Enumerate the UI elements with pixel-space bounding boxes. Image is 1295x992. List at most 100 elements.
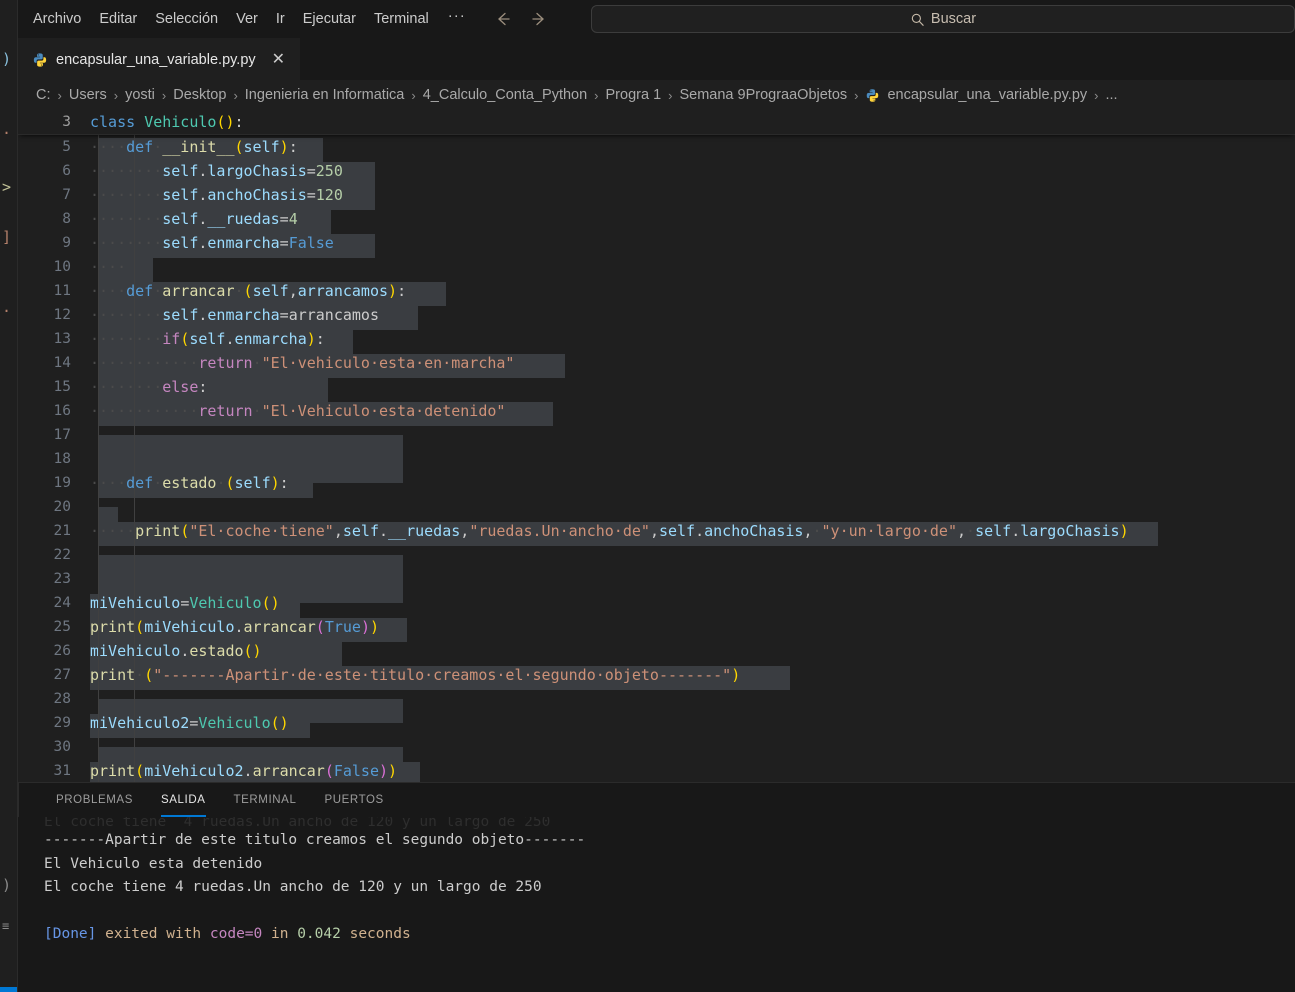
code-editor[interactable]: 3 class Vehiculo(): 5 ····def·__init__(se… <box>18 110 1295 782</box>
menu-item-archivo[interactable]: Archivo <box>24 7 90 31</box>
code-line-content[interactable]: ········if(self.enmarcha): <box>90 330 1295 354</box>
code-line-content[interactable]: ········self.anchoChasis=120 <box>90 186 1295 210</box>
code-line[interactable]: 7 ········self.anchoChasis=120 <box>18 183 1295 210</box>
code-line-content[interactable]: ·····print("El·coche·tiene",self.__rueda… <box>90 522 1295 546</box>
breadcrumb-item-file[interactable]: encapsular_una_variable.py.py <box>865 87 1087 103</box>
menu-item-ejecutar[interactable]: Ejecutar <box>294 7 365 31</box>
code-line[interactable]: 10 ···· <box>18 255 1295 282</box>
code-line[interactable]: 11 ····def·arrancar·(self,arrancamos): <box>18 279 1295 306</box>
menu-item-ir[interactable]: Ir <box>267 7 294 31</box>
breadcrumb-separator-icon: › <box>233 87 238 103</box>
code-line[interactable]: 27 print·("-------Apartir·de·este·titulo·… <box>18 663 1295 690</box>
menu-item-seleccion[interactable]: Selección <box>146 7 227 31</box>
code-line-content[interactable]: print(miVehiculo.arrancar(True)) <box>90 618 1295 642</box>
code-line[interactable]: 20 <box>18 495 1295 531</box>
code-line-content[interactable]: ········else: <box>90 378 1295 402</box>
output-segment: 0.042 <box>297 926 341 942</box>
output-console[interactable]: El coche tiene 4 ruedas.Un ancho de 120 … <box>18 817 1295 992</box>
code-line[interactable]: 13 ········if(self.enmarcha): <box>18 327 1295 354</box>
code-token: , <box>803 522 813 540</box>
code-line-content[interactable]: ···· <box>90 258 1295 282</box>
code-line-content[interactable]: ········self.__ruedas=4 <box>90 210 1295 234</box>
close-icon[interactable]: ✕ <box>268 49 289 71</box>
breadcrumb-item-desktop[interactable]: Desktop <box>173 87 226 103</box>
code-token: ············ <box>90 402 199 420</box>
code-line[interactable]: 28 <box>18 687 1295 723</box>
code-line[interactable]: 25 print(miVehiculo.arrancar(True)) <box>18 615 1295 642</box>
code-line-content[interactable]: ············return·"El·Vehiculo·esta·det… <box>90 402 1295 426</box>
code-line-content[interactable]: print·("-------Apartir·de·este·titulo·cr… <box>90 666 1295 690</box>
code-line-content[interactable]: ····def·estado·(self): <box>90 474 1295 498</box>
menu-overflow-icon[interactable]: ··· <box>438 8 476 28</box>
code-line[interactable]: 12 ········self.enmarcha=arrancamos <box>18 303 1295 330</box>
code-token: ········ <box>90 330 163 348</box>
code-token: Vehiculo <box>189 594 262 612</box>
code-line[interactable]: 22 <box>18 543 1295 579</box>
breadcrumb-item-symbol-overflow[interactable]: ... <box>1105 87 1117 103</box>
line-number: 8 <box>62 211 71 227</box>
breadcrumb-item-users[interactable]: Users <box>69 87 107 103</box>
background-window-sliver[interactable]: ) . > ] . ) ≡ <box>0 0 18 992</box>
back-arrow-icon[interactable] <box>492 8 514 30</box>
command-center-search[interactable]: Buscar <box>591 5 1295 33</box>
code-line-content[interactable]: ············return·"El·vehiculo·esta·en·… <box>90 354 1295 378</box>
panel-tab-problemas[interactable]: PROBLEMAS <box>42 783 147 817</box>
code-line[interactable]: 6 ········self.largoChasis=250 <box>18 159 1295 186</box>
code-line-content[interactable]: miVehiculo=Vehiculo() <box>90 594 1295 618</box>
code-token: False <box>333 762 379 780</box>
panel-tab-salida[interactable]: SALIDA <box>147 783 220 817</box>
code-token: : <box>198 378 208 396</box>
code-line-content[interactable]: miVehiculo.estado() <box>90 642 1295 666</box>
code-line[interactable]: 19 ····def·estado·(self): <box>18 471 1295 498</box>
breadcrumb-item-calculo[interactable]: 4_Calculo_Conta_Python <box>423 87 587 103</box>
breadcrumb-item-progra1[interactable]: Progra 1 <box>606 87 662 103</box>
line-number: 12 <box>53 307 71 323</box>
output-segment: El coche tiene 4 ruedas.Un ancho de 120 … <box>44 817 551 829</box>
code-token: , <box>333 522 343 540</box>
breadcrumb-item-semana9[interactable]: Semana 9PrograaObjetos <box>679 87 847 103</box>
code-line[interactable]: 24 miVehiculo=Vehiculo() <box>18 591 1295 618</box>
breadcrumb-item-yosti[interactable]: yosti <box>125 87 155 103</box>
code-line-content[interactable]: ········self.enmarcha=False <box>90 234 1295 258</box>
code-line[interactable]: 30 <box>18 735 1295 771</box>
line-number: 21 <box>53 523 71 539</box>
panel-tab-puertos[interactable]: PUERTOS <box>310 783 397 817</box>
code-line[interactable]: 17 <box>18 423 1295 459</box>
navigation-buttons <box>492 8 550 30</box>
menu-item-editar[interactable]: Editar <box>90 7 146 31</box>
line-number: 11 <box>53 283 71 299</box>
code-line[interactable]: 26 miVehiculo.estado() <box>18 639 1295 666</box>
code-line-content[interactable]: miVehiculo2=Vehiculo() <box>90 714 1295 738</box>
code-line-content[interactable]: ····def·arrancar·(self,arrancamos): <box>90 282 1295 306</box>
code-line[interactable]: 8 ········self.__ruedas=4 <box>18 207 1295 234</box>
code-line[interactable]: 23 <box>18 567 1295 603</box>
code-line[interactable]: 16 ············return·"El·Vehiculo·esta·d… <box>18 399 1295 426</box>
menu-item-terminal[interactable]: Terminal <box>365 7 438 31</box>
code-token: 120 <box>315 186 343 204</box>
editor-tab-encapsular-una-variable[interactable]: encapsular_una_variable.py.py ✕ <box>18 38 301 80</box>
breadcrumb-item-drive[interactable]: C: <box>36 87 51 103</box>
panel-tab-terminal[interactable]: TERMINAL <box>220 783 311 817</box>
code-line[interactable]: 21 ·····print("El·coche·tiene",self.__rue… <box>18 519 1295 546</box>
code-line-content[interactable]: ········self.largoChasis=250 <box>90 162 1295 186</box>
forward-arrow-icon[interactable] <box>528 8 550 30</box>
code-line-content[interactable]: print(miVehiculo2.arrancar(False)) <box>90 762 1295 782</box>
menu-item-ver[interactable]: Ver <box>227 7 267 31</box>
code-token: ( <box>135 762 145 780</box>
code-line[interactable]: 5 ····def·__init__(self): <box>18 135 1295 162</box>
code-lines-container[interactable]: 5 ····def·__init__(self): 6 ········self.la… <box>18 135 1295 782</box>
breadcrumb-item-ingenieria[interactable]: Ingenieria en Informatica <box>245 87 405 103</box>
code-line[interactable]: 15 ········else: <box>18 375 1295 402</box>
code-line[interactable]: 14 ············return·"El·vehiculo·esta·e… <box>18 351 1295 378</box>
code-line[interactable]: 31 print(miVehiculo2.arrancar(False)) <box>18 759 1295 782</box>
code-line-content[interactable]: ····def·__init__(self): <box>90 138 1295 162</box>
code-line[interactable]: 29 miVehiculo2=Vehiculo() <box>18 711 1295 738</box>
code-line[interactable]: 18 <box>18 447 1295 483</box>
code-line[interactable]: 9 ········self.enmarcha=False <box>18 231 1295 258</box>
output-segment: [Done] <box>44 926 97 942</box>
code-token: () <box>243 642 262 660</box>
code-token: Vehiculo <box>144 113 217 131</box>
code-text: ········self.largoChasis=250 <box>90 162 343 180</box>
code-line-content[interactable]: ········self.enmarcha=arrancamos <box>90 306 1295 330</box>
sticky-scroll-header[interactable]: 3 class Vehiculo(): <box>18 110 1295 135</box>
